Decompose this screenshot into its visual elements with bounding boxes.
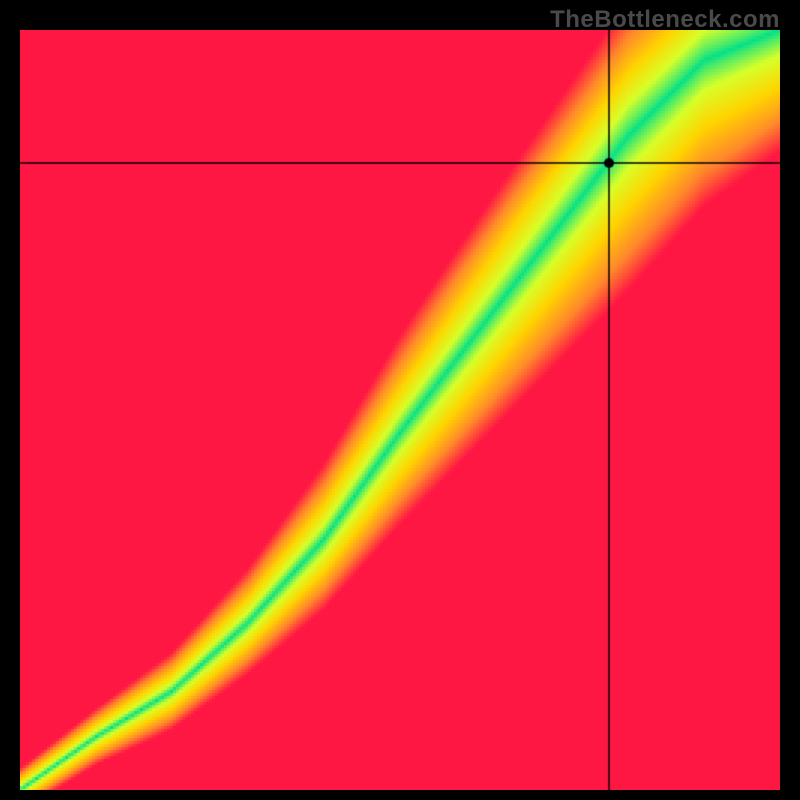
chart-container: TheBottleneck.com [0, 0, 800, 800]
watermark-text: TheBottleneck.com [550, 6, 780, 34]
bottleneck-heatmap [20, 30, 780, 790]
